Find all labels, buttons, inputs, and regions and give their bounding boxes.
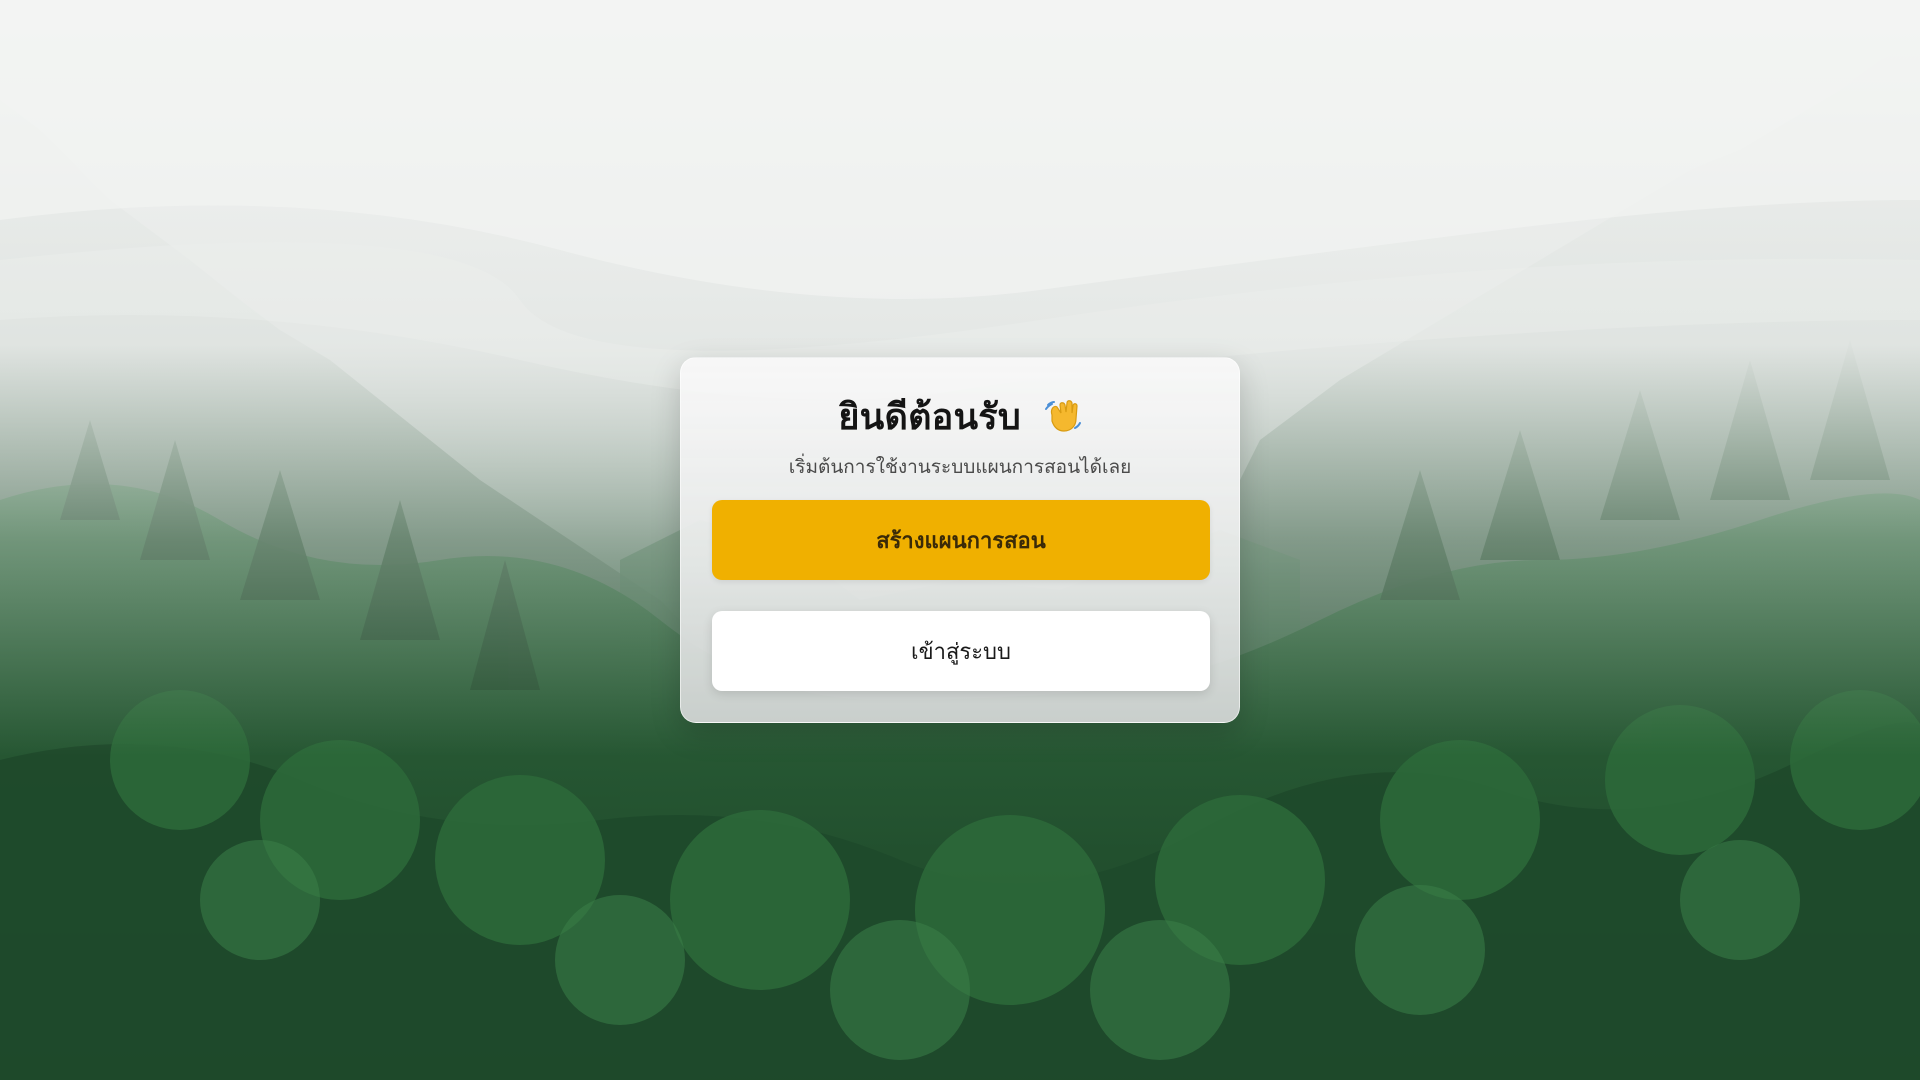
login-button[interactable]: เข้าสู่ระบบ	[712, 611, 1210, 691]
waving-hand-icon	[1042, 395, 1082, 444]
welcome-title: ยินดีต้อนรับ	[838, 397, 1021, 438]
create-lesson-plan-label: สร้างแผนการสอน	[876, 528, 1046, 554]
welcome-subtitle: เริ่มต้นการใช้งานระบบแผนการสอนได้เลย	[788, 456, 1132, 478]
welcome-card: ยินดีต้อนรับ เริ่มต้นการใช้งานระบบแผนการ…	[680, 357, 1240, 723]
login-screen: ยินดีต้อนรับ เริ่มต้นการใช้งานระบบแผนการ…	[0, 0, 1920, 1080]
create-lesson-plan-button[interactable]: สร้างแผนการสอน	[712, 500, 1210, 580]
page-title: ยินดีต้อนรับ	[681, 388, 1239, 445]
login-label: เข้าสู่ระบบ	[911, 639, 1011, 665]
